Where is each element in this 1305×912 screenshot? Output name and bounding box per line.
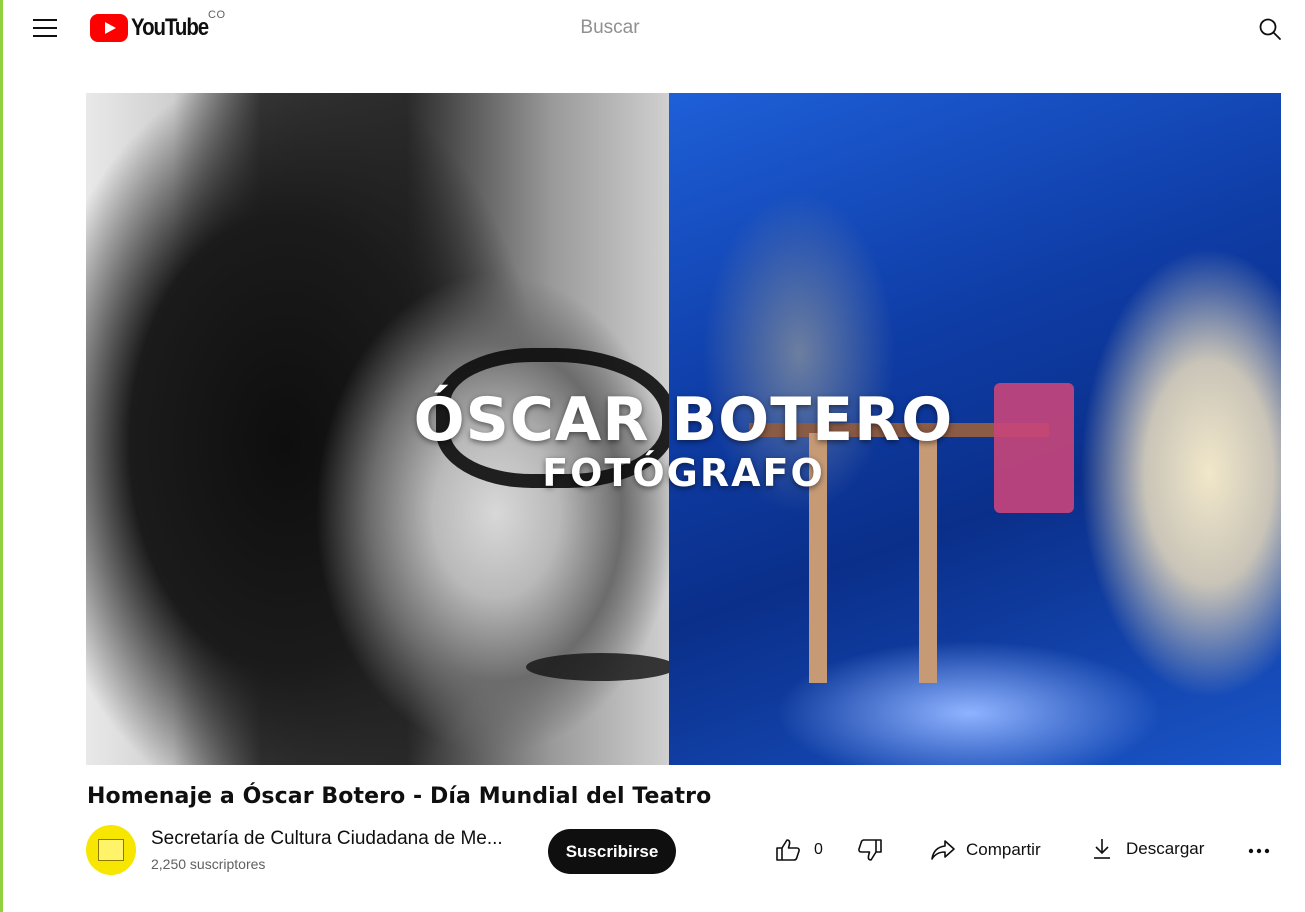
dislike-button[interactable] (857, 838, 883, 862)
channel-avatar-emblem (98, 839, 124, 861)
share-button[interactable]: Compartir (930, 838, 1041, 862)
search-button[interactable] (1253, 12, 1287, 46)
more-actions-button[interactable] (1246, 838, 1272, 864)
like-button[interactable]: 0 (775, 838, 823, 862)
share-arrow-icon (931, 840, 955, 860)
channel-name[interactable]: Secretaría de Cultura Ciudadana de Me... (151, 828, 503, 850)
video-title: Homenaje a Óscar Botero - Día Mundial de… (87, 784, 712, 809)
download-button[interactable]: Descargar (1092, 838, 1204, 860)
download-icon (1094, 839, 1110, 859)
thumbnail-overlay-subtitle: FOTÓGRAFO (542, 451, 825, 495)
thumbs-down-icon (858, 839, 882, 861)
video-player[interactable]: ÓSCAR BOTERO FOTÓGRAFO (86, 93, 1281, 765)
subscriber-count: 2,250 suscriptores (151, 856, 266, 872)
left-edge-accent (0, 0, 3, 912)
country-code: CO (208, 9, 226, 21)
hamburger-menu-icon (33, 19, 57, 37)
search-icon (1259, 18, 1281, 40)
top-bar: YouTube CO (0, 0, 1305, 56)
menu-button[interactable] (28, 12, 62, 44)
thumbnail-mouth (526, 653, 676, 681)
like-count: 0 (814, 841, 823, 858)
subscribe-button[interactable]: Suscribirse (548, 829, 676, 874)
share-label: Compartir (966, 840, 1041, 859)
thumbs-up-icon (776, 839, 800, 861)
search-input[interactable] (440, 10, 780, 46)
thumbnail-overlay-title: ÓSCAR BOTERO (413, 385, 954, 455)
more-horizontal-icon (1248, 848, 1270, 854)
youtube-logo[interactable]: YouTube (90, 14, 222, 42)
download-label: Descargar (1126, 839, 1205, 858)
channel-avatar[interactable] (86, 825, 136, 875)
youtube-play-logo-icon (90, 14, 128, 42)
logo-wordmark: YouTube (131, 14, 209, 41)
